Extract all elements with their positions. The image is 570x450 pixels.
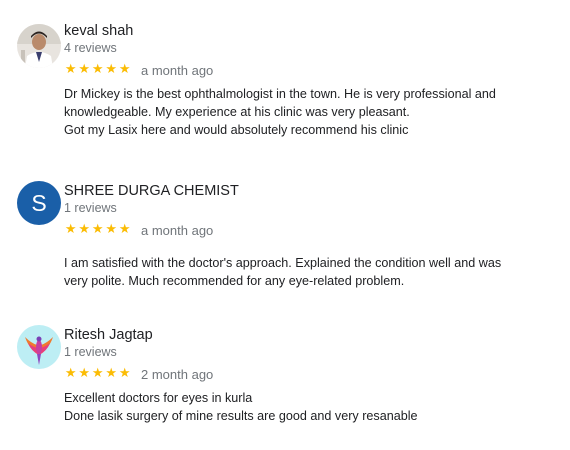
- star-icon: ★: [78, 366, 91, 381]
- review-text-line: Dr Mickey is the best ophthalmologist in…: [64, 87, 496, 101]
- reviewer-avatar[interactable]: S: [17, 181, 61, 225]
- review-card: Ritesh Jagtap 1 reviews ★ ★ ★ ★ ★ 2 mont…: [0, 310, 570, 450]
- review-text: Dr Mickey is the best ophthalmologist in…: [64, 85, 534, 139]
- review-text-line: knowledgeable. My experience at his clin…: [64, 105, 410, 119]
- review-count: 1 reviews: [64, 201, 117, 215]
- star-icon: ★: [78, 62, 91, 77]
- person-photo-icon: [17, 24, 61, 68]
- reviewer-name[interactable]: SHREE DURGA CHEMIST: [64, 182, 239, 200]
- avatar-initial: S: [31, 189, 47, 216]
- star-icon: ★: [91, 222, 104, 237]
- review-text-line: I am satisfied with the doctor's approac…: [64, 256, 502, 270]
- star-icon: ★: [91, 62, 104, 77]
- review-text-line: Got my Lasix here and would absolutely r…: [64, 123, 409, 137]
- star-icon: ★: [105, 366, 118, 381]
- star-icon: ★: [118, 62, 131, 77]
- reviewer-avatar[interactable]: [17, 325, 61, 369]
- review-card: S SHREE DURGA CHEMIST 1 reviews ★ ★ ★ ★ …: [0, 160, 570, 310]
- phoenix-logo-icon: [17, 325, 61, 369]
- star-rating: ★ ★ ★ ★ ★: [64, 222, 132, 238]
- star-icon: ★: [105, 222, 118, 237]
- review-time: a month ago: [141, 223, 214, 238]
- star-icon: ★: [118, 222, 131, 237]
- star-icon: ★: [64, 366, 77, 381]
- review-time: 2 month ago: [141, 367, 214, 382]
- review-card: keval shah 4 reviews ★ ★ ★ ★ ★ a month a…: [0, 0, 570, 160]
- review-count: 1 reviews: [64, 345, 117, 359]
- reviewer-avatar[interactable]: [17, 24, 61, 68]
- star-icon: ★: [91, 366, 104, 381]
- review-text-line: Excellent doctors for eyes in kurla: [64, 391, 253, 405]
- star-icon: ★: [118, 366, 131, 381]
- star-icon: ★: [105, 62, 118, 77]
- review-time: a month ago: [141, 63, 214, 78]
- review-text-line: Done lasik surgery of mine results are g…: [64, 409, 418, 423]
- star-icon: ★: [64, 222, 77, 237]
- star-rating: ★ ★ ★ ★ ★: [64, 366, 132, 382]
- star-icon: ★: [78, 222, 91, 237]
- review-count: 4 reviews: [64, 41, 117, 55]
- reviewer-name[interactable]: Ritesh Jagtap: [64, 326, 153, 344]
- star-rating: ★ ★ ★ ★ ★: [64, 62, 132, 78]
- review-text-line: very polite. Much recommended for any ey…: [64, 274, 405, 288]
- review-text: I am satisfied with the doctor's approac…: [64, 254, 534, 290]
- star-icon: ★: [64, 62, 77, 77]
- reviewer-name[interactable]: keval shah: [64, 22, 133, 40]
- review-text: Excellent doctors for eyes in kurla Done…: [64, 389, 534, 425]
